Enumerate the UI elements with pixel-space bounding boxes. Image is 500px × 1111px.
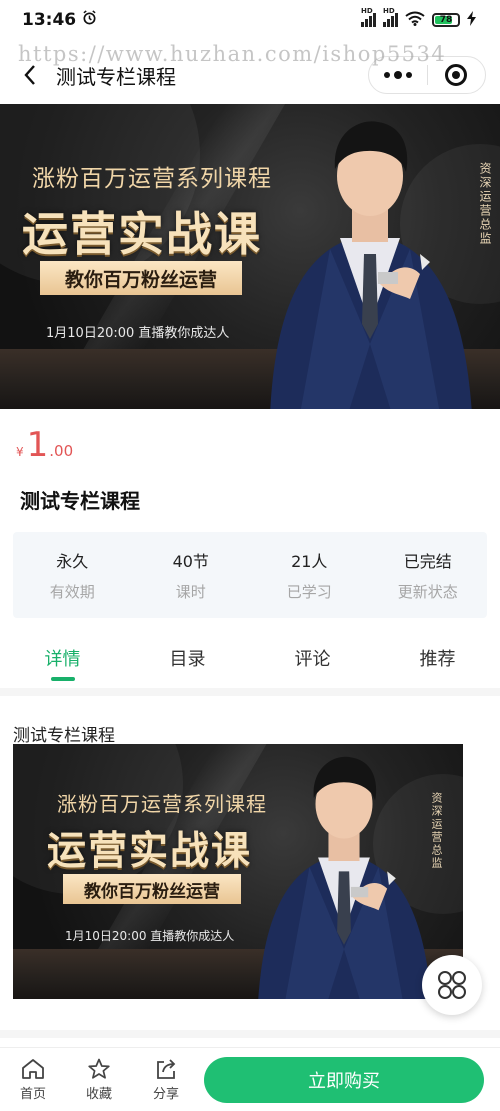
content-title: 测试专栏课程 — [13, 726, 115, 746]
price: ¥ 1 .00 — [16, 428, 73, 462]
signal-icon: HD — [361, 7, 376, 27]
banner-date: 1月10日20:00 直播教你成达人 — [46, 326, 230, 341]
share-icon — [157, 1059, 176, 1079]
target-icon — [445, 64, 468, 86]
back-icon — [24, 65, 35, 85]
tab-indicator — [51, 677, 75, 681]
banner-pill: 教你百万粉丝运营 — [40, 261, 242, 295]
home-icon — [22, 1059, 44, 1079]
status-icons: HD HD 78 — [361, 7, 476, 30]
stat-value: 21人 — [291, 552, 328, 571]
lecturer-image — [258, 756, 432, 999]
alarm-icon — [82, 10, 97, 30]
banner-subtitle: 涨粉百万运营系列课程 — [32, 166, 272, 192]
course-title: 测试专栏课程 — [20, 489, 140, 513]
close-mini-program-button[interactable] — [428, 57, 486, 93]
more-icon — [383, 71, 412, 79]
share-button[interactable]: 分享 — [141, 1058, 191, 1102]
bottom-action-bar: 首页 收藏 分享 立即购买 — [0, 1047, 500, 1111]
stat-value: 40节 — [172, 552, 209, 571]
clock-text: 13:46 — [22, 10, 77, 30]
stat-label: 课时 — [175, 583, 206, 601]
stat-value: 永久 — [56, 552, 89, 571]
lecturer-image — [270, 121, 472, 409]
price-integer: 1 — [26, 425, 49, 465]
charging-icon — [467, 10, 476, 30]
stat-validity: 永久 有效期 — [13, 532, 132, 618]
stat-label: 有效期 — [49, 583, 95, 601]
section-divider — [0, 688, 500, 696]
status-time: 13:46 — [22, 10, 97, 30]
star-icon — [88, 1058, 110, 1079]
home-label: 首页 — [19, 1087, 46, 1102]
tab-catalog[interactable]: 目录 — [125, 634, 250, 684]
battery-icon: 78 — [432, 13, 460, 27]
wifi-icon — [405, 11, 425, 30]
favorite-label: 收藏 — [85, 1087, 112, 1102]
nav-bar: 测试专栏课程 — [0, 50, 500, 100]
banner-pill: 教你百万粉丝运营 — [63, 874, 241, 904]
more-button[interactable] — [369, 57, 427, 93]
home-button[interactable]: 首页 — [8, 1058, 58, 1102]
stat-value: 已完结 — [403, 552, 452, 571]
content-tabs: 详情 目录 评论 推荐 — [0, 634, 500, 684]
stat-learners: 21人 已学习 — [250, 532, 369, 618]
floating-menu-button[interactable] — [422, 955, 482, 1015]
course-banner[interactable]: 涨粉百万运营系列课程 运营实战课 教你百万粉丝运营 1月10日20:00 直播教… — [0, 104, 500, 409]
stat-label: 已学习 — [286, 583, 332, 601]
banner-date: 1月10日20:00 直播教你成达人 — [65, 929, 235, 943]
page-title: 测试专栏课程 — [56, 64, 176, 89]
battery-text: 78 — [439, 15, 453, 25]
grid-icon — [438, 971, 466, 999]
share-label: 分享 — [152, 1087, 179, 1102]
section-divider-bottom — [0, 1030, 500, 1038]
stat-update-status: 已完结 更新状态 — [369, 532, 488, 618]
stat-lessons: 40节 课时 — [132, 532, 251, 618]
status-bar: 13:46 HD HD 78 — [0, 0, 500, 40]
course-stats: 永久 有效期 40节 课时 21人 已学习 已完结 更新状态 — [13, 532, 487, 618]
price-symbol: ¥ — [16, 445, 24, 459]
tab-recommend[interactable]: 推荐 — [375, 634, 500, 684]
back-button[interactable] — [10, 55, 50, 95]
banner-subtitle: 涨粉百万运营系列课程 — [57, 792, 267, 816]
banner-headline: 运营实战课 — [22, 207, 262, 261]
tab-comments[interactable]: 评论 — [250, 634, 375, 684]
stat-label: 更新状态 — [397, 583, 458, 601]
mini-program-capsule — [368, 56, 486, 94]
content-banner-image: 涨粉百万运营系列课程 运营实战课 教你百万粉丝运营 1月10日20:00 直播教… — [13, 744, 463, 999]
signal-icon-2: HD — [383, 7, 398, 27]
banner-headline: 运营实战课 — [47, 829, 253, 874]
favorite-button[interactable]: 收藏 — [74, 1058, 124, 1102]
buy-now-button[interactable]: 立即购买 — [204, 1057, 484, 1103]
price-decimal: .00 — [49, 442, 74, 460]
